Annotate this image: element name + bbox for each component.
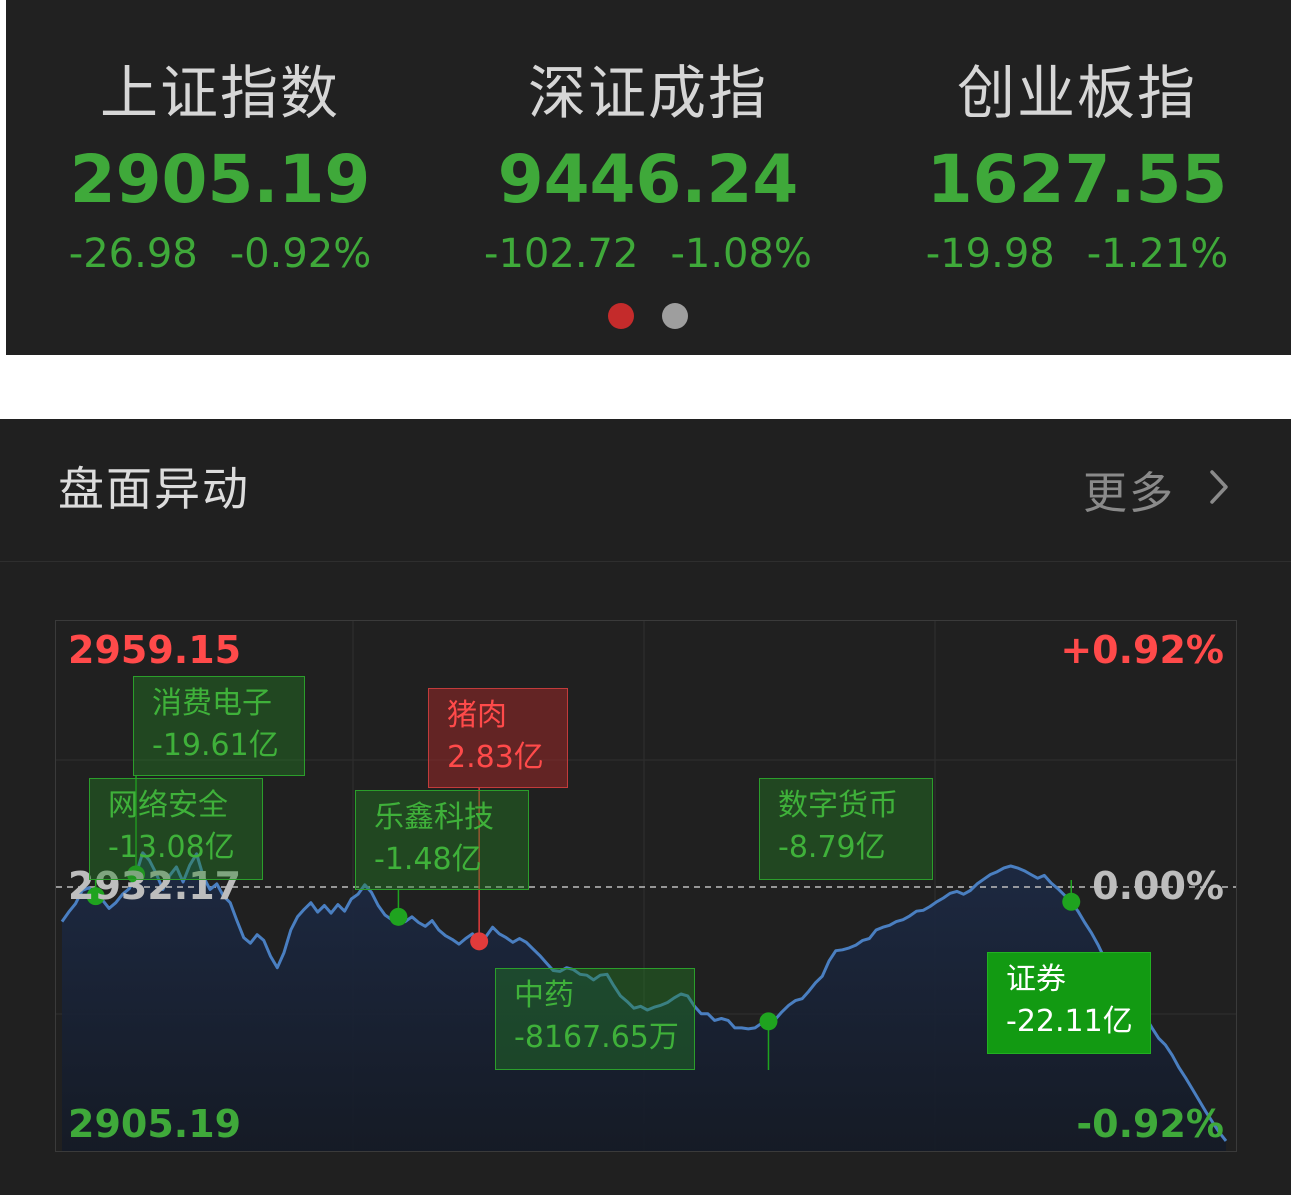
index-change: -26.98 (68, 231, 198, 277)
index-card-shenzhen[interactable]: 深证成指 9446.24 -102.72 -1.08% (434, 0, 862, 300)
chevron-right-icon (1209, 469, 1229, 509)
pct-min-label: -0.92% (1076, 1102, 1224, 1146)
event-label[interactable]: 乐鑫科技 -1.48亿 (355, 790, 529, 890)
more-link[interactable]: 更多 (1083, 459, 1229, 519)
event-label[interactable]: 中药 -8167.65万 (495, 968, 695, 1070)
y-max-label: 2959.15 (68, 628, 242, 672)
event-name: 证券 (1006, 962, 1066, 997)
panel-title: 盘面异动 (58, 462, 250, 516)
index-change-row: -19.98 -1.21% (863, 228, 1291, 280)
index-panel: 上证指数 2905.19 -26.98 -0.92% 深证成指 9446.24 -… (6, 0, 1291, 355)
event-amount: -8.79亿 (778, 830, 886, 865)
index-change-pct: -0.92% (229, 231, 372, 277)
event-label[interactable]: 消费电子 -19.61亿 (133, 676, 305, 776)
event-amount: -19.61亿 (152, 728, 279, 763)
event-label[interactable]: 数字货币 -8.79亿 (759, 778, 933, 880)
y-min-label: 2905.19 (68, 1102, 242, 1146)
market-movement-panel: 盘面异动 更多 2959.15 2932.17 2905.19 +0.92% 0… (0, 419, 1291, 1195)
panel-header: 盘面异动 更多 (0, 419, 1291, 562)
event-name: 网络安全 (108, 788, 228, 823)
index-value: 1627.55 (926, 141, 1228, 218)
event-marker (759, 1012, 778, 1031)
event-name: 数字货币 (778, 788, 898, 823)
index-change-row: -26.98 -0.92% (6, 228, 434, 280)
event-amount: -8167.65万 (514, 1020, 679, 1055)
event-amount: -22.11亿 (1006, 1004, 1133, 1039)
event-label[interactable]: 证券 -22.11亿 (987, 952, 1151, 1054)
event-name: 猪肉 (447, 698, 507, 733)
index-card-shanghai[interactable]: 上证指数 2905.19 -26.98 -0.92% (6, 0, 434, 300)
event-amount: 2.83亿 (447, 740, 544, 775)
index-value: 2905.19 (69, 141, 371, 218)
index-name: 深证成指 (527, 59, 768, 127)
event-name: 中药 (514, 978, 574, 1013)
index-name: 上证指数 (99, 59, 340, 127)
event-label[interactable]: 网络安全 -13.08亿 (89, 778, 263, 880)
index-change-row: -102.72 -1.08% (434, 228, 862, 280)
more-label: 更多 (1083, 468, 1175, 519)
index-change: -19.98 (925, 231, 1055, 277)
pager-dot-active[interactable] (608, 303, 634, 329)
event-name: 乐鑫科技 (374, 800, 494, 835)
index-card-chinext[interactable]: 创业板指 1627.55 -19.98 -1.21% (863, 0, 1291, 300)
index-value: 9446.24 (497, 141, 799, 218)
event-name: 消费电子 (152, 686, 272, 721)
intraday-chart[interactable]: 2959.15 2932.17 2905.19 +0.92% 0.00% -0.… (55, 620, 1237, 1152)
pct-reference-label: 0.00% (1092, 864, 1224, 908)
event-marker (1062, 892, 1081, 911)
event-marker (389, 907, 408, 926)
event-marker (470, 932, 489, 951)
index-change: -102.72 (484, 231, 639, 277)
event-amount: -13.08亿 (108, 830, 235, 865)
event-label[interactable]: 猪肉 2.83亿 (428, 688, 568, 788)
index-change-pct: -1.21% (1086, 231, 1229, 277)
pager-dot-inactive[interactable] (662, 303, 688, 329)
pct-max-label: +0.92% (1060, 628, 1224, 672)
index-change-pct: -1.08% (670, 231, 812, 277)
index-name: 创业板指 (956, 59, 1197, 127)
event-amount: -1.48亿 (374, 842, 482, 877)
